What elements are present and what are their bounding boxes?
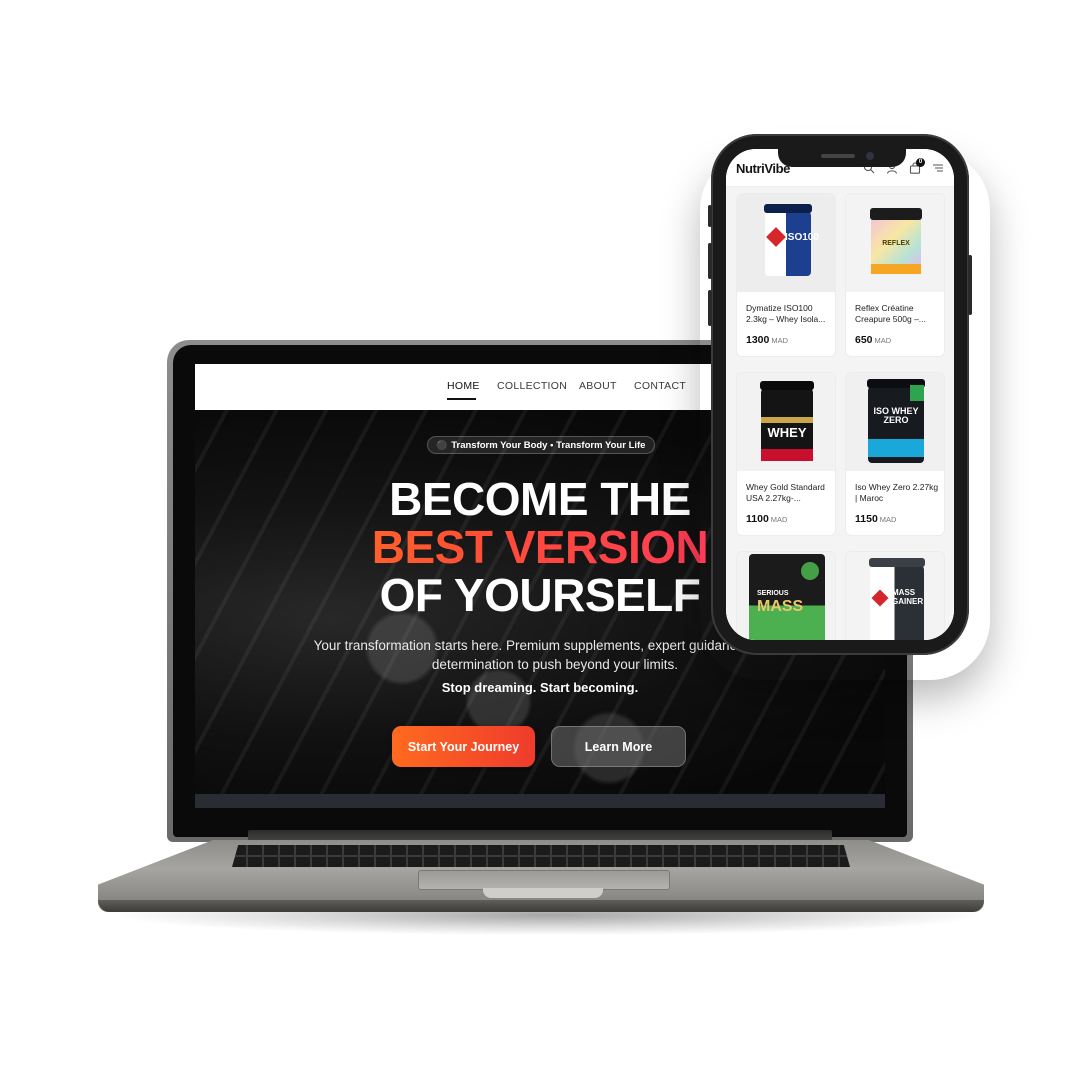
product-card[interactable]: WHEY Whey Gold Standard USA 2.27kg-... 1…: [736, 372, 836, 536]
phone-mute-switch: [708, 205, 712, 227]
product-image: WHEY: [737, 373, 835, 471]
laptop-keyboard: [232, 845, 850, 867]
phone-camera: [866, 152, 874, 160]
phone-volume-down: [708, 290, 712, 326]
hero-badge-text: Transform Your Body • Transform Your Lif…: [451, 439, 646, 451]
hero-bottom-strip: [195, 794, 885, 808]
phone-power-button: [968, 255, 972, 315]
product-grid: ISO100 Dymatize ISO100 2.3kg – Whey Isol…: [726, 187, 954, 640]
product-name: Whey Gold Standard USA 2.27kg-...: [746, 482, 825, 503]
laptop-lid-notch: [483, 888, 603, 898]
product-card[interactable]: SERIOUS MASS: [736, 551, 836, 640]
phone-screen: NutriVibe 0 ISO100 Dymatize ISO100 2.3kg…: [726, 149, 954, 640]
product-image: ISO100: [737, 194, 835, 292]
laptop-trackpad: [418, 870, 670, 890]
learn-more-button[interactable]: Learn More: [551, 726, 686, 767]
product-name: Reflex Créatine Creapure 500g –...: [855, 303, 926, 324]
product-price: 1100 MAD: [746, 513, 788, 525]
cart-count-badge: 0: [916, 158, 925, 167]
iso100-tub: ISO100: [764, 204, 819, 276]
nav-about[interactable]: ABOUT: [579, 380, 617, 392]
product-image: REFLEX: [846, 194, 944, 292]
product-image: SERIOUS MASS: [737, 552, 835, 640]
nav-contact[interactable]: CONTACT: [634, 380, 686, 392]
menu-icon[interactable]: [932, 162, 944, 174]
nav-active-indicator: [447, 398, 476, 400]
device-mockup-stage: HOME COLLECTION ABOUT CONTACT ⚫ Transfor…: [0, 0, 1080, 1080]
nav-home[interactable]: HOME: [447, 380, 480, 392]
super-mass-gainer-tub: MASS GAINER: [869, 558, 925, 640]
reflex-creatine-tub: REFLEX: [870, 208, 922, 274]
product-card[interactable]: ISO100 Dymatize ISO100 2.3kg – Whey Isol…: [736, 193, 836, 357]
product-name: Iso Whey Zero 2.27kg | Maroc: [855, 482, 939, 503]
serious-mass-bag: SERIOUS MASS: [749, 554, 825, 640]
product-card[interactable]: REFLEX Reflex Créatine Creapure 500g –..…: [845, 193, 945, 357]
phone-volume-up: [708, 243, 712, 279]
nav-collection[interactable]: COLLECTION: [497, 380, 567, 392]
hero-tagline: Stop dreaming. Start becoming.: [441, 680, 639, 695]
product-image: ISO WHEY ZERO: [846, 373, 944, 471]
product-card[interactable]: ISO WHEY ZERO Iso Whey Zero 2.27kg | Mar…: [845, 372, 945, 536]
product-image: MASS GAINER: [846, 552, 944, 640]
laptop-base-edge: [98, 900, 984, 912]
iso-whey-zero-tub: ISO WHEY ZERO: [867, 379, 925, 463]
gold-standard-whey-tub: WHEY: [760, 381, 814, 461]
hero-badge: ⚫ Transform Your Body • Transform Your L…: [427, 436, 656, 454]
start-journey-button[interactable]: Start Your Journey: [392, 726, 535, 767]
product-name: Dymatize ISO100 2.3kg – Whey Isola...: [746, 303, 826, 324]
product-price: 1300 MAD: [746, 334, 789, 346]
product-card[interactable]: MASS GAINER: [845, 551, 945, 640]
product-price: 650 MAD: [855, 334, 892, 346]
trophy-icon: ⚫: [436, 439, 448, 450]
product-price: 1150 MAD: [855, 513, 897, 525]
phone-speaker: [821, 154, 855, 158]
